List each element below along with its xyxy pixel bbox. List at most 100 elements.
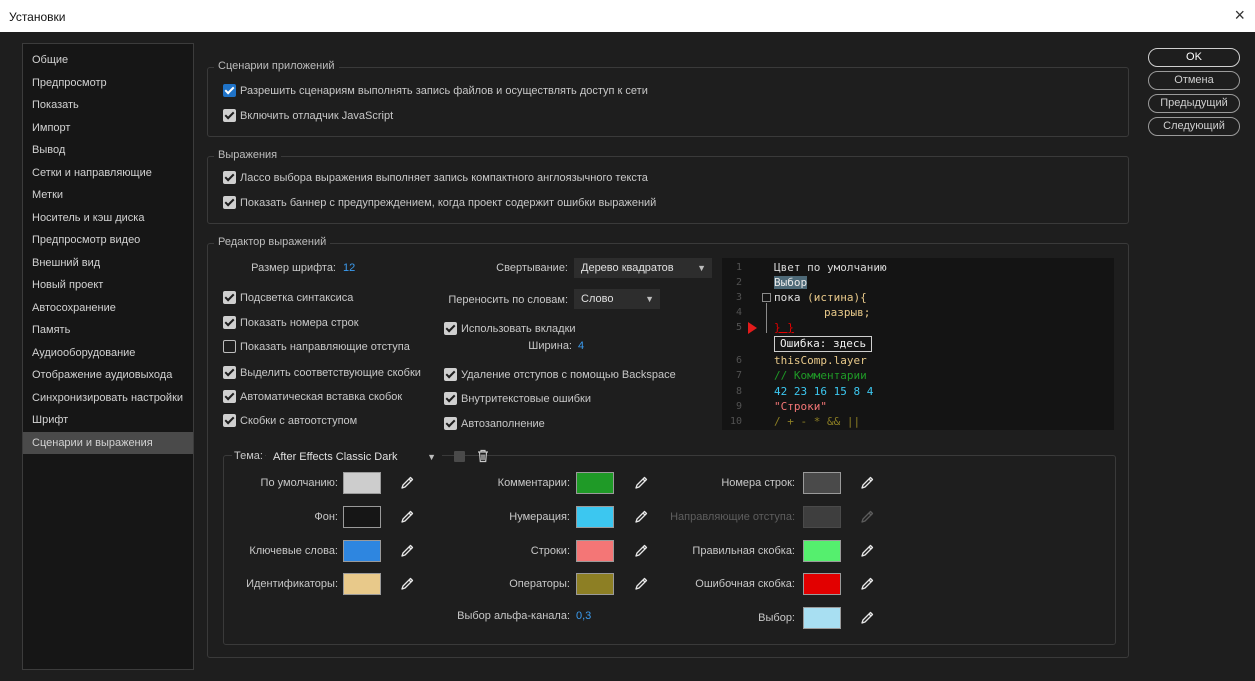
identifiers-color-swatch[interactable]	[343, 573, 381, 595]
js-debugger-checkbox[interactable]: Включить отладчик JavaScript	[223, 109, 393, 122]
sidebar-item[interactable]: Отображение аудиовыхода	[23, 364, 193, 387]
folding-dropdown[interactable]: Дерево квадратов ▼	[574, 258, 712, 278]
window-title: Установки	[9, 10, 66, 24]
eyedropper-icon	[856, 506, 878, 528]
eyedropper-icon[interactable]	[630, 573, 652, 595]
checkbox-checked	[223, 84, 236, 97]
chevron-down-icon: ▼	[427, 452, 436, 462]
sidebar-item[interactable]: Импорт	[23, 117, 193, 140]
previous-button[interactable]: Предыдущий	[1148, 94, 1240, 113]
sidebar-item[interactable]: Сценарии и выражения	[23, 431, 193, 454]
banner-checkbox[interactable]: Показать баннер с предупреждением, когда…	[223, 196, 656, 209]
line-numbers-label: Показать номера строк	[240, 316, 359, 329]
ok-button[interactable]: OK	[1148, 48, 1240, 67]
next-button[interactable]: Следующий	[1148, 117, 1240, 136]
font-size-value[interactable]: 12	[343, 262, 355, 274]
strings-color-swatch[interactable]	[576, 540, 614, 562]
eyedropper-icon[interactable]	[856, 607, 878, 629]
title-bar: Установки ×	[0, 0, 1255, 32]
sidebar-item[interactable]: Метки	[23, 184, 193, 207]
save-theme-icon[interactable]	[454, 451, 465, 462]
trash-icon[interactable]	[476, 449, 490, 463]
keywords-color-swatch[interactable]	[343, 540, 381, 562]
eyedropper-icon[interactable]	[856, 472, 878, 494]
sidebar-item[interactable]: Аудиооборудование	[23, 342, 193, 365]
sidebar-item[interactable]: Общие	[23, 49, 193, 72]
eyedropper-icon[interactable]	[396, 506, 418, 528]
eyedropper-icon[interactable]	[856, 573, 878, 595]
eyedropper-icon[interactable]	[630, 506, 652, 528]
banner-label: Показать баннер с предупреждением, когда…	[240, 196, 657, 209]
line-numbers-color-swatch[interactable]	[803, 472, 841, 494]
indent-guides-checkbox[interactable]: Показать направляющие отступа	[223, 340, 410, 353]
allow-write-checkbox[interactable]: Разрешить сценариям выполнять запись фай…	[223, 84, 648, 97]
wrap-dropdown[interactable]: Слово ▼	[574, 289, 660, 309]
sidebar-item[interactable]: Носитель и кэш диска	[23, 207, 193, 230]
tab-width-label: Ширина:	[528, 340, 572, 352]
sidebar-item[interactable]: Шрифт	[23, 409, 193, 432]
bad-bracket-color-swatch[interactable]	[803, 573, 841, 595]
alpha-value[interactable]: 0,3	[576, 610, 591, 622]
sidebar-item[interactable]: Синхронизировать настройки	[23, 387, 193, 410]
line-number: 1	[735, 262, 742, 273]
dialog-buttons: OK Отмена Предыдущий Следующий	[1148, 48, 1240, 140]
numbers-color-swatch[interactable]	[576, 506, 614, 528]
eyedropper-icon[interactable]	[630, 540, 652, 562]
fold-marker-icon	[762, 293, 771, 302]
sidebar-item[interactable]: Предпросмотр	[23, 72, 193, 95]
operators-color-swatch[interactable]	[576, 573, 614, 595]
auto-close-checkbox[interactable]: Автоматическая вставка скобок	[223, 390, 402, 403]
expressions-title: Выражения	[214, 149, 282, 161]
auto-indent-checkbox[interactable]: Скобки с автоотступом	[223, 414, 357, 427]
eyedropper-icon[interactable]	[396, 472, 418, 494]
tab-width-value[interactable]: 4	[578, 340, 584, 352]
sidebar-item[interactable]: Новый проект	[23, 274, 193, 297]
folding-label: Свертывание:	[496, 262, 568, 274]
line-number: 3	[735, 292, 742, 303]
fold-guide-line	[766, 303, 767, 333]
allow-write-label: Разрешить сценариям выполнять запись фай…	[240, 84, 648, 97]
comments-color-swatch[interactable]	[576, 472, 614, 494]
checkbox-checked	[444, 417, 457, 430]
sidebar-item[interactable]: Показать	[23, 94, 193, 117]
eyedropper-icon[interactable]	[396, 540, 418, 562]
use-tabs-checkbox[interactable]: Использовать вкладки	[444, 322, 576, 335]
code-numbers: 42 23 16 15 8 4	[774, 385, 874, 398]
checkbox-checked	[223, 109, 236, 122]
app-scripts-group: Сценарии приложений	[207, 60, 1129, 137]
close-icon[interactable]: ×	[1234, 5, 1245, 26]
sidebar-item[interactable]: Сетки и направляющие	[23, 162, 193, 185]
code-keyword: пока	[774, 291, 801, 304]
sidebar-item[interactable]: Автосохранение	[23, 297, 193, 320]
autocomplete-checkbox[interactable]: Автозаполнение	[444, 417, 545, 430]
background-color-label: Фон:	[314, 511, 338, 523]
match-brackets-checkbox[interactable]: Выделить соответствующие скобки	[223, 366, 421, 379]
sidebar-item[interactable]: Память	[23, 319, 193, 342]
sidebar-item[interactable]: Предпросмотр видео	[23, 229, 193, 252]
eyedropper-icon[interactable]	[630, 472, 652, 494]
line-numbers-checkbox[interactable]: Показать номера строк	[223, 316, 359, 329]
syntax-highlight-checkbox[interactable]: Подсветка синтаксиса	[223, 291, 353, 304]
background-color-swatch[interactable]	[343, 506, 381, 528]
eyedropper-icon[interactable]	[396, 573, 418, 595]
cancel-button[interactable]: Отмена	[1148, 71, 1240, 90]
inline-errors-checkbox[interactable]: Внутритекстовые ошибки	[444, 392, 591, 405]
eyedropper-icon[interactable]	[856, 540, 878, 562]
backspace-unindent-checkbox[interactable]: Удаление отступов с помощью Backspace	[444, 368, 676, 381]
category-list[interactable]: Общие Предпросмотр Показать Импорт Вывод Сетк…	[22, 43, 194, 670]
js-debugger-label: Включить отладчик JavaScript	[240, 109, 394, 122]
theme-dropdown[interactable]: After Effects Classic Dark ▼	[266, 447, 442, 467]
sidebar-item[interactable]: Внешний вид	[23, 252, 193, 275]
chevron-down-icon: ▼	[645, 294, 654, 304]
line-numbers-color-label: Номера строк:	[721, 477, 795, 489]
good-bracket-color-swatch[interactable]	[803, 540, 841, 562]
default-color-swatch[interactable]	[343, 472, 381, 494]
checkbox-unchecked	[223, 340, 236, 353]
lasso-checkbox[interactable]: Лассо выбора выражения выполняет запись …	[223, 171, 648, 184]
match-brackets-label: Выделить соответствующие скобки	[240, 366, 421, 379]
bad-bracket-color-label: Ошибочная скобка:	[695, 578, 795, 590]
selection-color-swatch[interactable]	[803, 607, 841, 629]
sidebar-item[interactable]: Вывод	[23, 139, 193, 162]
code-comment: // Комментарии	[774, 369, 867, 382]
auto-indent-label: Скобки с автоотступом	[240, 414, 358, 427]
